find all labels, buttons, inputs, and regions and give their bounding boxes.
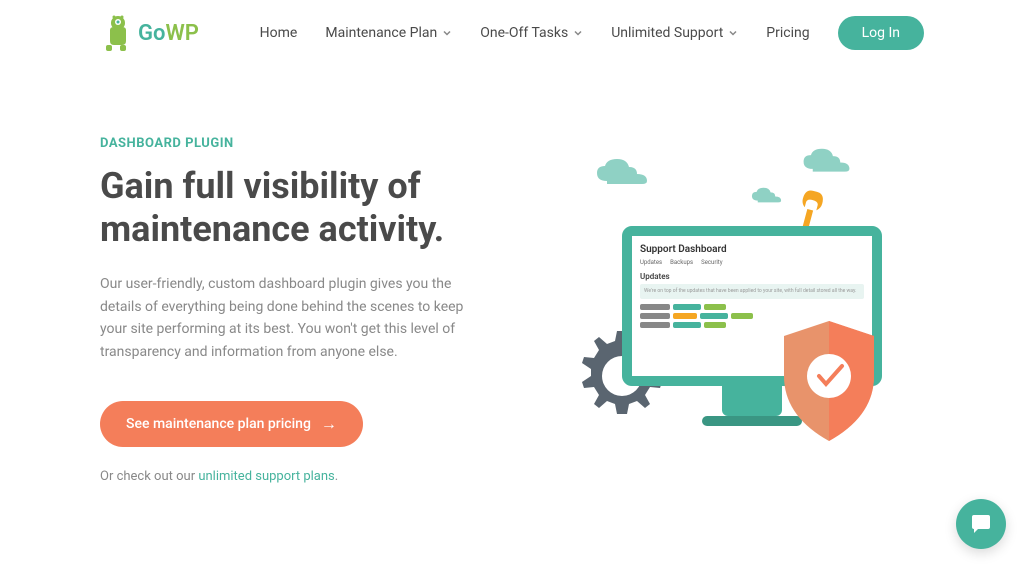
shield-icon xyxy=(774,316,884,446)
chevron-down-icon xyxy=(573,28,583,38)
eyebrow-text: DASHBOARD PLUGIN xyxy=(100,136,482,151)
hero-text-column: DASHBOARD PLUGIN Gain full visibility of… xyxy=(100,136,482,484)
secondary-cta-text: Or check out our unlimited support plans… xyxy=(100,469,482,484)
unlimited-support-link[interactable]: unlimited support plans xyxy=(198,469,334,484)
dashboard-title: Support Dashboard xyxy=(640,244,864,255)
hero-heading: Gain full visibility of maintenance acti… xyxy=(100,165,482,251)
nav-home[interactable]: Home xyxy=(260,25,298,41)
hero-section: DASHBOARD PLUGIN Gain full visibility of… xyxy=(0,66,1024,484)
cloud-icon xyxy=(799,146,854,174)
login-button[interactable]: Log In xyxy=(838,16,924,50)
arrow-right-icon: → xyxy=(321,414,337,434)
main-nav: Home Maintenance Plan One-Off Tasks Unli… xyxy=(260,16,924,50)
monitor-stand xyxy=(722,386,782,416)
hero-description: Our user-friendly, custom dashboard plug… xyxy=(100,273,482,363)
chat-icon xyxy=(968,511,994,537)
chat-widget-button[interactable] xyxy=(956,499,1006,549)
chevron-down-icon xyxy=(442,28,452,38)
dashboard-section-title: Updates xyxy=(640,272,864,281)
nav-pricing[interactable]: Pricing xyxy=(766,25,809,41)
nav-unlimited-support[interactable]: Unlimited Support xyxy=(611,25,738,41)
cloud-icon xyxy=(749,186,784,204)
cloud-icon xyxy=(592,156,652,186)
logo-icon xyxy=(100,15,132,51)
dashboard-tabs: UpdatesBackupsSecurity xyxy=(640,259,864,266)
nav-one-off-tasks[interactable]: One-Off Tasks xyxy=(480,25,583,41)
see-pricing-button[interactable]: See maintenance plan pricing → xyxy=(100,401,363,447)
chevron-down-icon xyxy=(728,28,738,38)
nav-maintenance-plan[interactable]: Maintenance Plan xyxy=(325,25,452,41)
header: GoWP Home Maintenance Plan One-Off Tasks… xyxy=(0,0,1024,66)
logo-text: GoWP xyxy=(138,21,199,46)
hero-illustration: Support Dashboard UpdatesBackupsSecurity… xyxy=(542,136,924,476)
dashboard-tags-row xyxy=(640,304,864,310)
logo[interactable]: GoWP xyxy=(100,15,199,51)
dashboard-info-box: We're on top of the updates that have be… xyxy=(640,284,864,299)
